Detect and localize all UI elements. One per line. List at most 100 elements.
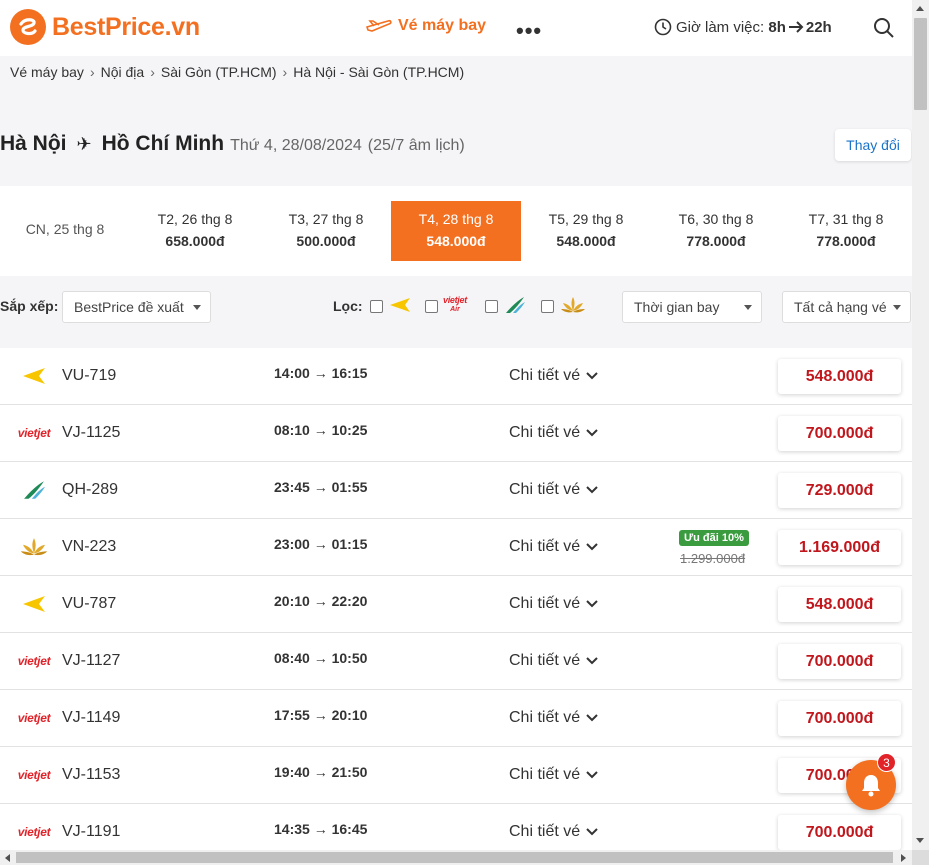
origin-city: Hà Nội xyxy=(0,132,67,155)
vietjet-air-name: vietjet xyxy=(443,295,467,305)
date-option[interactable]: CN, 25 thg 8 xyxy=(0,201,130,261)
price-button[interactable]: 548.000đ xyxy=(778,359,901,394)
ticket-detail-toggle[interactable]: Chi tiết vé xyxy=(509,595,599,613)
notification-count-badge: 3 xyxy=(877,753,896,772)
nav-flights-link[interactable]: Vé máy bay xyxy=(366,17,486,35)
more-menu-button[interactable]: ••• xyxy=(516,18,542,44)
date-option[interactable]: T2, 26 thg 8 658.000đ xyxy=(130,201,260,261)
breadcrumb-item[interactable]: Sài Gòn (TP.HCM) xyxy=(161,64,277,80)
arrow-right-icon: → xyxy=(313,422,328,438)
bamboo-logo-icon xyxy=(14,478,54,502)
flight-row[interactable]: vietjet VJ-1153 19:40 → 21:50 Chi tiết vé 70… xyxy=(0,747,912,804)
scroll-down-icon[interactable] xyxy=(916,838,924,843)
date-option[interactable]: T3, 27 thg 8 500.000đ xyxy=(261,201,391,261)
date-option[interactable]: T5, 29 thg 8 548.000đ xyxy=(521,201,651,261)
ticket-detail-toggle[interactable]: Chi tiết vé xyxy=(509,367,599,385)
arrow-right-icon: → xyxy=(313,764,328,780)
plane-small-icon: ✈ xyxy=(76,134,92,154)
flight-row[interactable]: VU-787 20:10 → 22:20 Chi tiết vé 548.000đ xyxy=(0,576,912,633)
breadcrumb-item[interactable]: Vé máy bay xyxy=(10,64,84,80)
filter-vietjet-checkbox[interactable] xyxy=(425,300,438,313)
page: BestPrice.vn Vé máy bay ••• Giờ làm việc… xyxy=(0,0,912,850)
ticket-detail-toggle[interactable]: Chi tiết vé xyxy=(509,823,599,841)
scroll-up-icon[interactable] xyxy=(916,6,924,11)
ticket-detail-toggle[interactable]: Chi tiết vé xyxy=(509,709,599,727)
ticket-detail-label: Chi tiết vé xyxy=(509,367,581,384)
date-price: 658.000đ xyxy=(165,233,225,249)
chevron-down-icon xyxy=(586,429,598,437)
bell-icon xyxy=(862,775,880,797)
depart-time: 08:40 xyxy=(274,650,310,666)
price-button[interactable]: 548.000đ xyxy=(778,587,901,622)
price-button[interactable]: 700.000đ xyxy=(778,701,901,736)
filter-vietravel-checkbox[interactable] xyxy=(370,300,383,313)
price-button[interactable]: 1.169.000đ xyxy=(778,530,901,565)
ticket-detail-toggle[interactable]: Chi tiết vé xyxy=(509,766,599,784)
ticket-detail-label: Chi tiết vé xyxy=(509,652,581,669)
arrow-right-icon: → xyxy=(313,650,328,666)
ticket-detail-toggle[interactable]: Chi tiết vé xyxy=(509,652,599,670)
breadcrumb-item[interactable]: Nội địa xyxy=(101,64,145,80)
logo-mark-icon xyxy=(10,9,46,45)
vietjet-logo-icon: vietjet xyxy=(14,421,54,445)
ticket-class-select[interactable]: Tất cả hạng vé xyxy=(782,291,911,323)
caret-down-icon xyxy=(893,305,901,310)
sort-select[interactable]: BestPrice đề xuất xyxy=(62,291,211,323)
price-button[interactable]: 700.000đ xyxy=(778,416,901,451)
vietjet-logo-icon: vietjet xyxy=(14,820,54,844)
horizontal-scrollbar[interactable] xyxy=(0,850,912,865)
search-button[interactable] xyxy=(872,16,896,40)
date-selector: CN, 25 thg 8 T2, 26 thg 8 658.000đ T3, 2… xyxy=(0,186,912,276)
breadcrumb-item[interactable]: Hà Nội - Sài Gòn (TP.HCM) xyxy=(293,64,464,80)
flight-row[interactable]: vietjet VJ-1127 08:40 → 10:50 Chi tiết vé 70… xyxy=(0,633,912,690)
depart-time: 17:55 xyxy=(274,707,310,723)
flight-row[interactable]: VN-223 23:00 → 01:15 Chi tiết vé Ưu đãi 10%… xyxy=(0,519,912,576)
sort-label: Sắp xếp: xyxy=(0,298,59,314)
arrive-time: 16:45 xyxy=(331,821,368,837)
flight-code: VJ-1153 xyxy=(62,766,121,783)
flight-time: 17:55 → 20:10 xyxy=(274,707,367,723)
scroll-right-icon[interactable] xyxy=(901,854,906,862)
ticket-detail-toggle[interactable]: Chi tiết vé xyxy=(509,538,599,556)
bestprice-logo[interactable]: BestPrice.vn xyxy=(10,9,200,45)
arrive-time: 22:20 xyxy=(331,593,368,609)
arrow-right-icon: → xyxy=(313,479,328,495)
flight-list: VU-719 14:00 → 16:15 Chi tiết vé 548.000đ vi… xyxy=(0,348,912,850)
scroll-left-icon[interactable] xyxy=(5,854,10,862)
horizontal-scroll-thumb[interactable] xyxy=(16,852,893,863)
filter-vietnam-airlines-checkbox[interactable] xyxy=(541,300,554,313)
depart-time: 08:10 xyxy=(274,422,310,438)
filter-label: Lọc: xyxy=(333,298,363,314)
vietjet-name: vietjet xyxy=(17,825,51,839)
vertical-scroll-thumb[interactable] xyxy=(914,18,927,110)
ticket-detail-label: Chi tiết vé xyxy=(509,709,581,726)
ticket-detail-toggle[interactable]: Chi tiết vé xyxy=(509,424,599,442)
flight-row[interactable]: QH-289 23:45 → 01:55 Chi tiết vé 729.000đ xyxy=(0,462,912,519)
flight-time: 14:00 → 16:15 xyxy=(274,365,367,381)
change-search-button[interactable]: Thay đổi xyxy=(835,129,911,161)
flight-row[interactable]: vietjet VJ-1125 08:10 → 10:25 Chi tiết vé 70… xyxy=(0,405,912,462)
flight-row[interactable]: vietjet VJ-1191 14:35 → 16:45 Chi tiết vé 70… xyxy=(0,804,912,850)
flight-time-select-value: Thời gian bay xyxy=(634,299,720,315)
vietnam-airlines-icon xyxy=(560,295,586,320)
date-price: 778.000đ xyxy=(816,233,876,249)
price-button[interactable]: 729.000đ xyxy=(778,473,901,508)
date-option[interactable]: T7, 31 thg 8 778.000đ xyxy=(781,201,911,261)
price-button[interactable]: 700.000đ xyxy=(778,644,901,679)
chevron-right-icon: › xyxy=(282,64,288,80)
flight-row[interactable]: VU-719 14:00 → 16:15 Chi tiết vé 548.000đ xyxy=(0,348,912,405)
price-button[interactable]: 700.000đ xyxy=(778,815,901,850)
chevron-down-icon xyxy=(586,714,598,722)
depart-time: 23:00 xyxy=(274,536,310,552)
ticket-detail-toggle[interactable]: Chi tiết vé xyxy=(509,481,599,499)
flight-code: QH-289 xyxy=(62,481,119,498)
filter-bamboo-checkbox[interactable] xyxy=(485,300,498,313)
vertical-scrollbar[interactable] xyxy=(912,0,929,850)
date-option-selected[interactable]: T4, 28 thg 8 548.000đ xyxy=(391,201,521,261)
caret-down-icon xyxy=(744,305,752,310)
date-option[interactable]: T6, 30 thg 8 778.000đ xyxy=(651,201,781,261)
vietravel-logo-icon xyxy=(14,592,54,616)
ticket-detail-label: Chi tiết vé xyxy=(509,766,581,783)
flight-row[interactable]: vietjet VJ-1149 17:55 → 20:10 Chi tiết vé 70… xyxy=(0,690,912,747)
flight-time-select[interactable]: Thời gian bay xyxy=(622,291,762,323)
